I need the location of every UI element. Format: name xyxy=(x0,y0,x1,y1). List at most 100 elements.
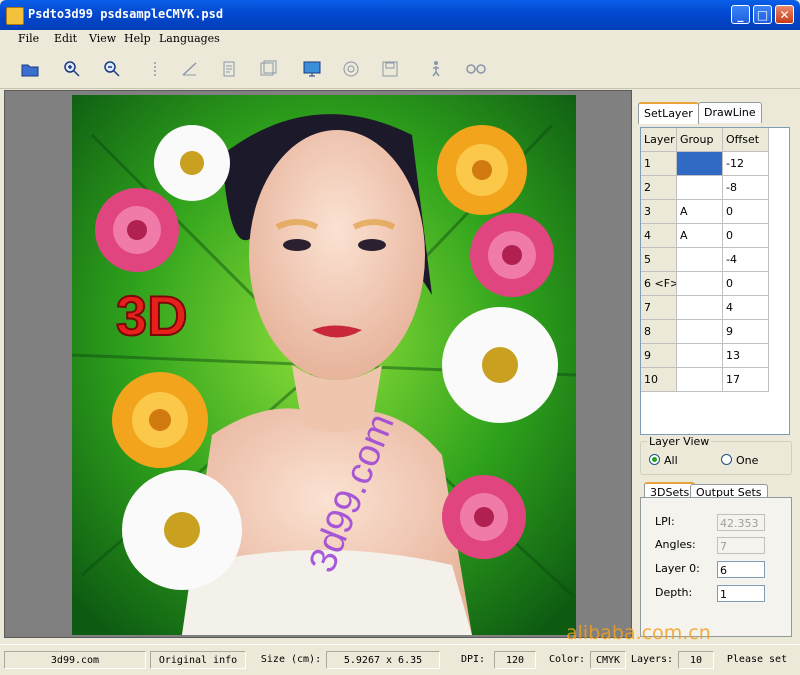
maximize-icon: □ xyxy=(756,8,769,22)
layers-label: Layers: xyxy=(630,654,674,665)
table-row[interactable]: 5 -4 xyxy=(641,248,769,272)
menu-view[interactable]: View xyxy=(89,32,116,45)
cell-offset[interactable]: -4 xyxy=(723,248,769,272)
menu-languages[interactable]: Languages xyxy=(159,32,220,45)
title-bar: Psdto3d99 psdsampleCMYK.psd _ □ ✕ xyxy=(0,0,800,30)
dpi-label: DPI: xyxy=(460,654,486,665)
color-value: CMYK xyxy=(590,651,626,669)
angles-label: Angles: xyxy=(655,538,696,551)
cell-group[interactable] xyxy=(677,296,723,320)
preview-image[interactable]: 3D 3d99.com xyxy=(72,95,576,635)
cell-offset[interactable]: 0 xyxy=(723,272,769,296)
table-row[interactable]: 8 9 xyxy=(641,320,769,344)
dpi-value: 120 xyxy=(494,651,536,669)
open-folder-icon[interactable] xyxy=(20,59,40,79)
target-icon[interactable] xyxy=(341,59,361,79)
cell-group[interactable] xyxy=(677,272,723,296)
glasses-icon[interactable] xyxy=(465,59,486,79)
radio-one-label: One xyxy=(736,454,759,467)
window-title: Psdto3d99 psdsampleCMYK.psd xyxy=(28,7,224,21)
close-icon: ✕ xyxy=(779,8,790,22)
cell-offset[interactable]: 4 xyxy=(723,296,769,320)
cell-layer: 10 xyxy=(641,368,677,392)
monitor-icon[interactable] xyxy=(302,59,322,79)
table-row[interactable]: 3 A 0 xyxy=(641,200,769,224)
cell-offset[interactable]: 0 xyxy=(723,200,769,224)
table-row[interactable]: 4 A 0 xyxy=(641,224,769,248)
table-row[interactable]: 2 -8 xyxy=(641,176,769,200)
angles-field[interactable]: 7 xyxy=(717,537,765,554)
canvas-area[interactable]: 3D 3d99.com xyxy=(4,90,632,638)
minimize-button[interactable]: _ xyxy=(731,5,750,24)
zoom-in-icon[interactable] xyxy=(62,59,82,79)
cell-offset[interactable]: 9 xyxy=(723,320,769,344)
size-value: 5.9267 x 6.35 xyxy=(326,651,440,669)
cell-offset[interactable]: 13 xyxy=(723,344,769,368)
original-info-button[interactable]: Original info xyxy=(150,651,246,669)
cell-group[interactable] xyxy=(677,152,723,176)
app-icon xyxy=(6,7,24,25)
edit-doc-icon[interactable] xyxy=(220,59,240,79)
cell-layer: 2 xyxy=(641,176,677,200)
status-bar: 3d99.com Original info Size (cm): 5.9267… xyxy=(0,644,800,675)
cell-group[interactable] xyxy=(677,344,723,368)
cell-layer: 5 xyxy=(641,248,677,272)
tab-setlayer[interactable]: SetLayer xyxy=(638,102,699,124)
canvas-3d-badge: 3D xyxy=(116,284,188,347)
cell-offset[interactable]: 17 xyxy=(723,368,769,392)
cell-group[interactable] xyxy=(677,248,723,272)
lpi-label: LPI: xyxy=(655,515,675,528)
side-panel: SetLayer DrawLine Layer Group Offset 1 -… xyxy=(636,92,796,638)
zoom-out-icon[interactable] xyxy=(102,59,122,79)
3dsets-panel: LPI: 42.353 Angles: 7 Layer 0: 6 Depth: … xyxy=(640,497,792,637)
depth-field[interactable]: 1 xyxy=(717,585,765,602)
radio-dot-icon xyxy=(721,454,732,465)
save-icon[interactable] xyxy=(380,59,400,79)
cell-layer: 6 <F> xyxy=(641,272,677,296)
cell-layer: 7 xyxy=(641,296,677,320)
cell-group[interactable]: A xyxy=(677,224,723,248)
toolbar xyxy=(0,50,800,89)
layer0-field[interactable]: 6 xyxy=(717,561,765,578)
line-icon[interactable] xyxy=(180,59,200,79)
table-row[interactable]: 7 4 xyxy=(641,296,769,320)
cell-layer: 4 xyxy=(641,224,677,248)
menu-help[interactable]: Help xyxy=(124,32,151,45)
color-label: Color: xyxy=(548,654,586,665)
cell-offset[interactable]: 0 xyxy=(723,224,769,248)
layers-doc-icon[interactable] xyxy=(258,59,278,79)
cell-group[interactable]: A xyxy=(677,200,723,224)
menu-edit[interactable]: Edit xyxy=(54,32,77,45)
grid-header: Layer Group Offset xyxy=(641,128,769,152)
maximize-button[interactable]: □ xyxy=(753,5,772,24)
cell-layer: 9 xyxy=(641,344,677,368)
cell-offset[interactable]: -12 xyxy=(723,152,769,176)
cell-offset[interactable]: -8 xyxy=(723,176,769,200)
layer0-label: Layer 0: xyxy=(655,562,700,575)
table-row[interactable]: 1 -12 xyxy=(641,152,769,176)
tab-drawline[interactable]: DrawLine xyxy=(698,102,762,123)
layer-view-title: Layer View xyxy=(647,435,712,448)
pen-icon[interactable] xyxy=(145,59,165,79)
table-row[interactable]: 6 <F> 0 xyxy=(641,272,769,296)
minimize-icon: _ xyxy=(737,8,744,22)
lpi-field[interactable]: 42.353 xyxy=(717,514,765,531)
radio-all-label: All xyxy=(664,454,678,467)
menu-file[interactable]: File xyxy=(18,32,39,45)
table-row[interactable]: 9 13 xyxy=(641,344,769,368)
header-group: Group xyxy=(677,128,723,152)
table-row[interactable]: 10 17 xyxy=(641,368,769,392)
cell-group[interactable] xyxy=(677,368,723,392)
menu-bar: File Edit View Help Languages xyxy=(0,30,800,48)
overlay-watermark: alibaba.com.cn xyxy=(566,622,711,644)
person-icon[interactable] xyxy=(426,59,446,79)
radio-dot-icon xyxy=(649,454,660,465)
depth-label: Depth: xyxy=(655,586,693,599)
status-hint: Please set xyxy=(726,654,788,665)
radio-one[interactable]: One xyxy=(721,454,758,467)
close-button[interactable]: ✕ xyxy=(775,5,794,24)
cell-group[interactable] xyxy=(677,176,723,200)
radio-all[interactable]: All xyxy=(649,454,678,467)
cell-group[interactable] xyxy=(677,320,723,344)
layer-grid[interactable]: Layer Group Offset 1 -12 2 -8 3 A 0 4 A … xyxy=(640,127,790,435)
